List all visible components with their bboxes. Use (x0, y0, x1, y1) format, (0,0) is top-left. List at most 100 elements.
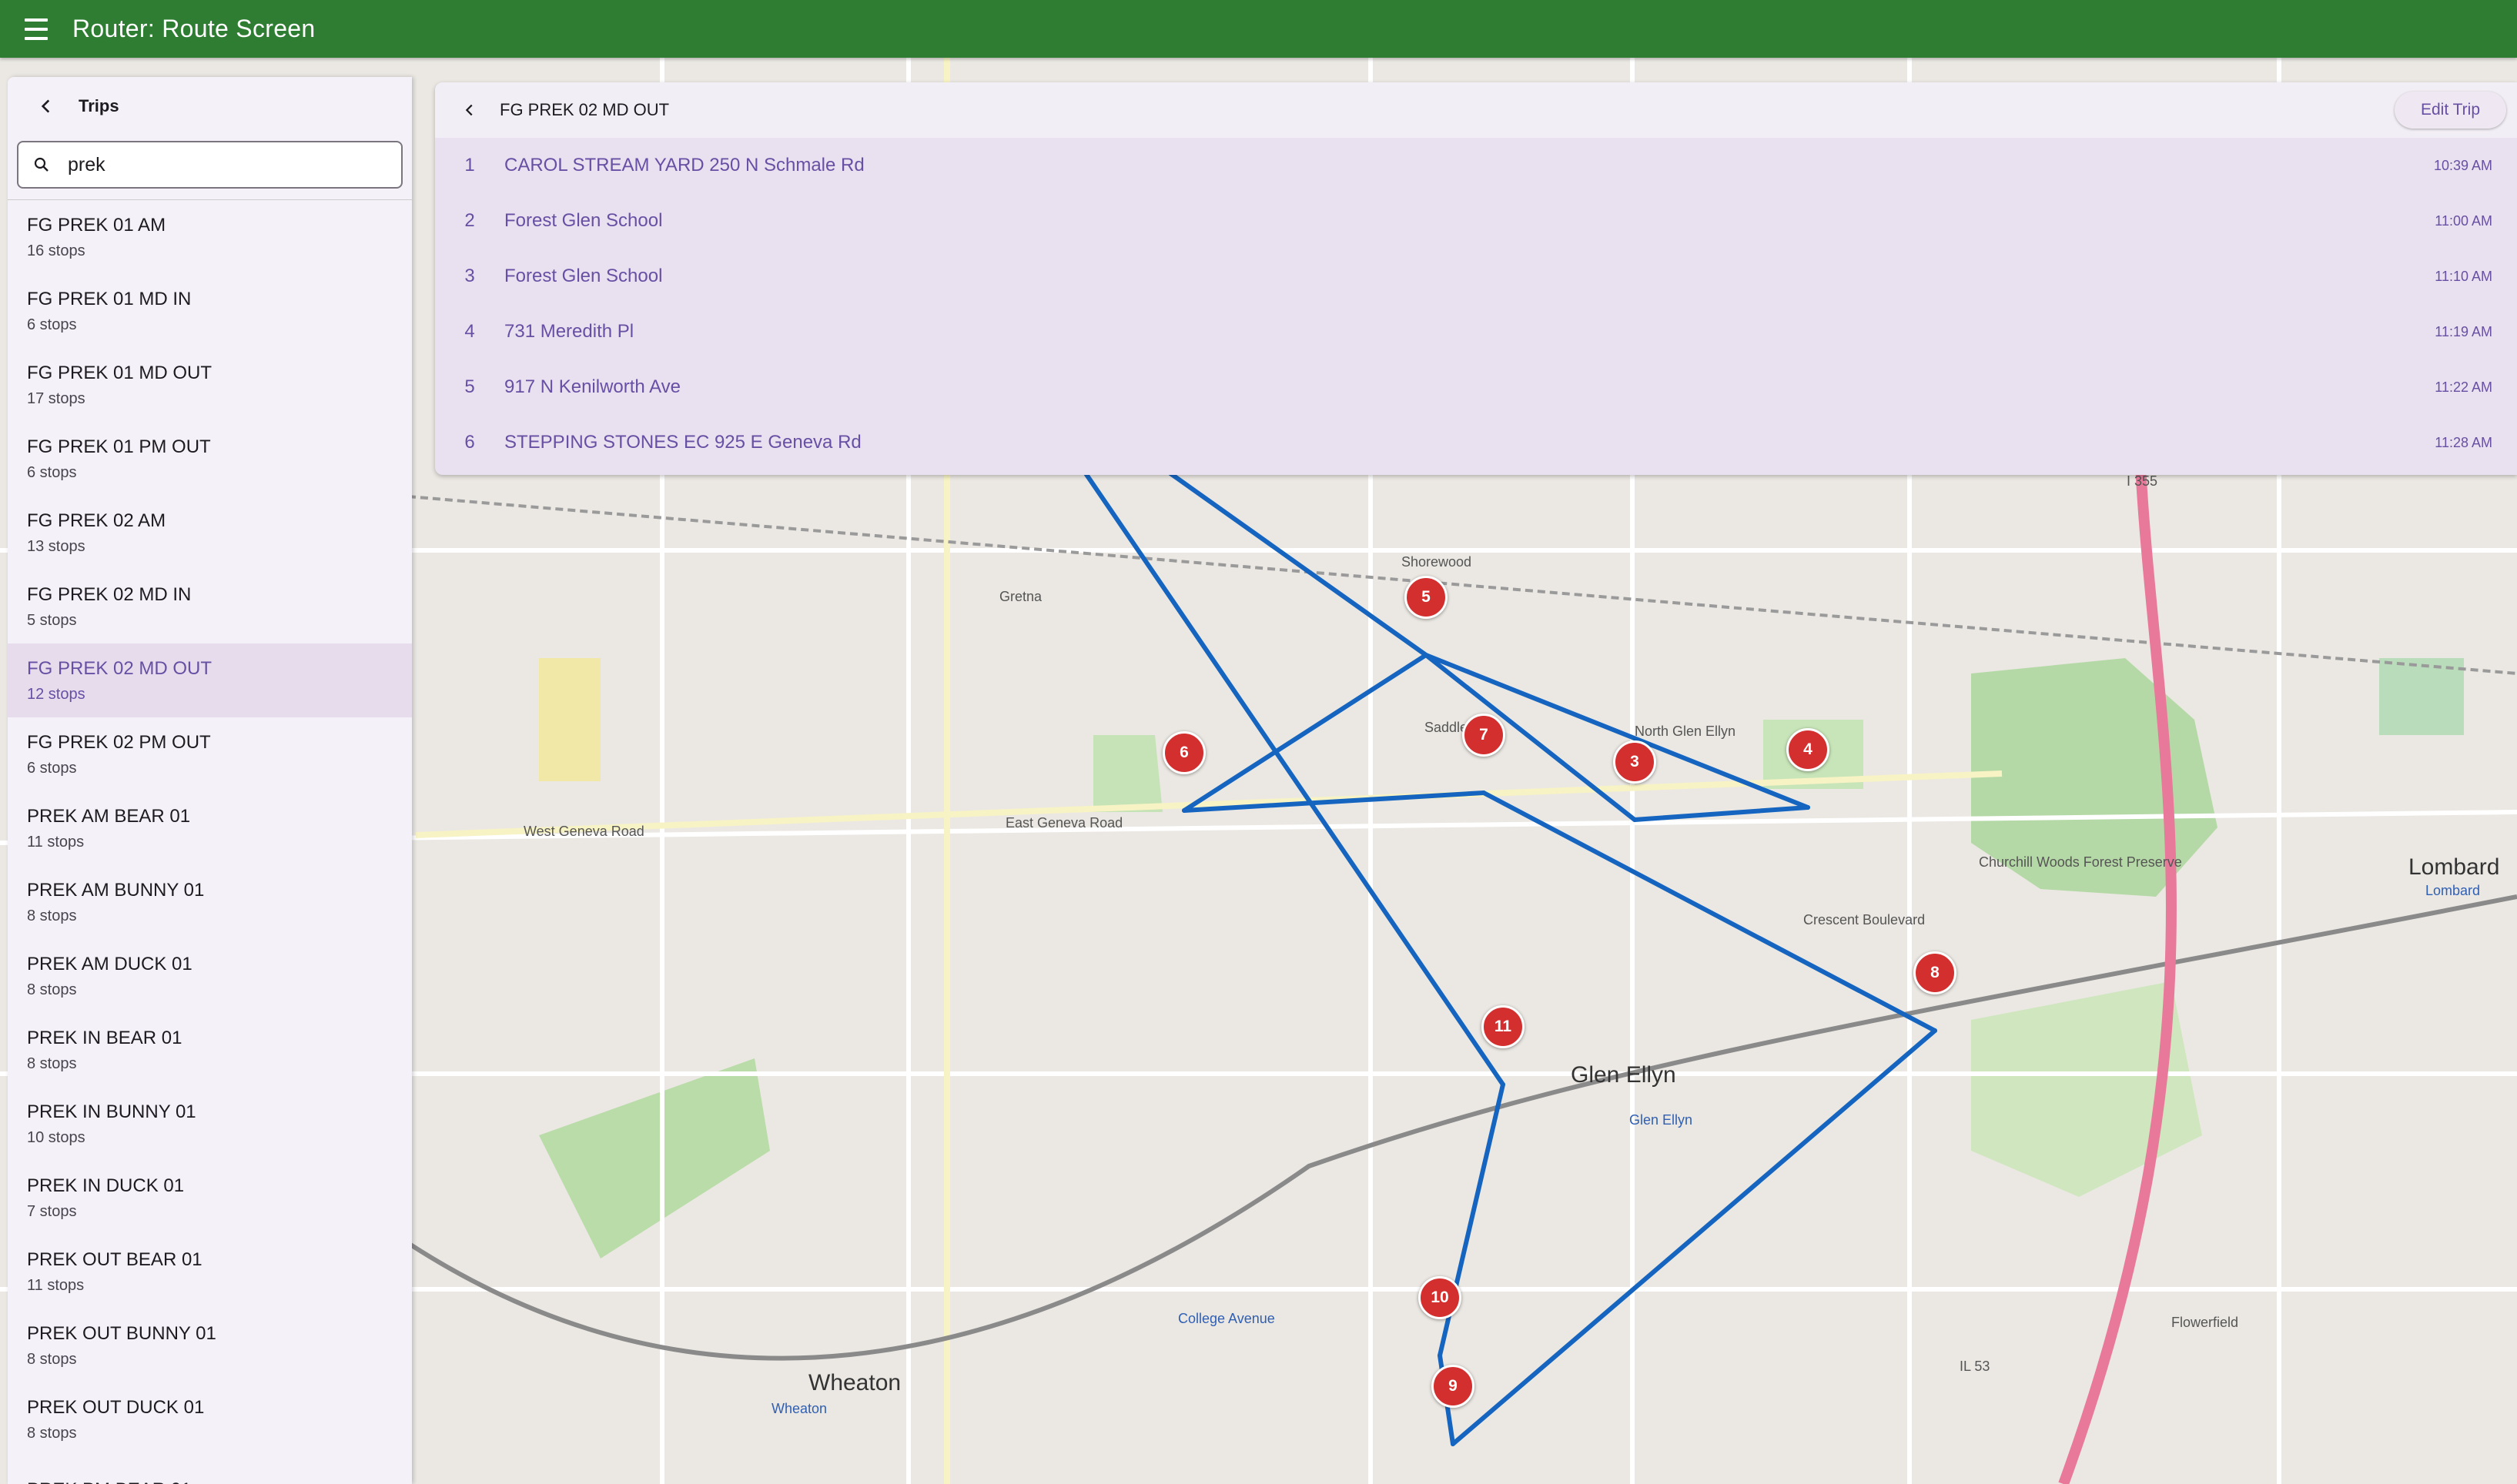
stop-list: 1 CAROL STREAM YARD 250 N Schmale Rd 10:39… (435, 138, 2517, 470)
back-button[interactable] (31, 91, 62, 122)
trip-stop-count: 6 stops (27, 316, 77, 333)
map-label-shorewood: Shorewood (1401, 554, 1472, 570)
search-input[interactable] (66, 152, 377, 177)
stop-number: 2 (464, 210, 475, 231)
trip-list-item[interactable]: PREK IN DUCK 01 7 stops (8, 1161, 412, 1235)
map-label-college-avenue: College Avenue (1178, 1311, 1275, 1326)
route-marker-10[interactable]: 10 (1418, 1276, 1461, 1319)
edit-trip-button[interactable]: Edit Trip (2394, 92, 2506, 129)
map-label-lombard-small: Lombard (2425, 883, 2481, 898)
trip-list-item[interactable]: FG PREK 01 PM OUT 6 stops (8, 422, 412, 496)
trip-stop-count: 16 stops (27, 242, 85, 259)
stop-number: 3 (464, 266, 475, 286)
route-marker-5[interactable]: 5 (1404, 576, 1448, 619)
route-marker-3[interactable]: 3 (1613, 740, 1656, 784)
trip-name: PREK PM BEAR 01 (27, 1479, 412, 1484)
trip-name: PREK IN DUCK 01 (27, 1175, 185, 1196)
route-marker-9[interactable]: 9 (1431, 1365, 1474, 1408)
trip-list-item[interactable]: FG PREK 02 MD IN 5 stops (8, 570, 412, 643)
stop-time: 10:39 AM (2433, 157, 2492, 173)
trip-stop-count: 7 stops (27, 1202, 77, 1220)
route-marker-7[interactable]: 7 (1462, 714, 1505, 757)
trip-name: PREK OUT BEAR 01 (27, 1248, 202, 1270)
stop-address: Forest Glen School (504, 266, 663, 286)
stop-number: 4 (464, 321, 475, 342)
trip-stop-count: 10 stops (27, 1128, 85, 1146)
chevron-left-icon (41, 99, 50, 113)
trip-stop-count: 6 stops (27, 759, 77, 777)
search-box[interactable] (17, 141, 403, 189)
trip-name: PREK IN BUNNY 01 (27, 1101, 196, 1122)
trip-name: FG PREK 01 AM (27, 214, 166, 236)
trip-list-item[interactable]: PREK AM DUCK 01 8 stops (8, 939, 412, 1013)
map-label-i355: I 355 (2127, 473, 2158, 489)
app-bar: Router: Route Screen (0, 0, 2517, 58)
sidebar-header: Trips (8, 77, 412, 135)
stop-time: 11:10 AM (2435, 268, 2492, 284)
stop-row[interactable]: 2 Forest Glen School 11:00 AM (435, 193, 2517, 249)
route-marker-8[interactable]: 8 (1913, 951, 1956, 994)
trip-name: PREK AM DUCK 01 (27, 953, 192, 974)
sidebar-title: Trips (79, 95, 119, 115)
map-label-glen-ellyn: Glen Ellyn (1571, 1062, 1676, 1088)
map-label-il53: IL 53 (1960, 1359, 1990, 1374)
route-marker-11[interactable]: 11 (1481, 1005, 1525, 1048)
map-label-flowerfield: Flowerfield (2171, 1315, 2239, 1330)
trip-name: FG PREK 01 MD IN (27, 288, 192, 309)
trip-name: FG PREK 02 MD IN (27, 583, 192, 605)
trip-list-item[interactable]: FG PREK 01 MD IN 6 stops (8, 274, 412, 348)
trip-name: FG PREK 02 MD OUT (27, 657, 213, 679)
stop-row[interactable]: 1 CAROL STREAM YARD 250 N Schmale Rd 10:39… (435, 138, 2517, 193)
stop-address: Forest Glen School (504, 210, 663, 231)
stop-time: 11:22 AM (2435, 379, 2492, 395)
map-label-wheaton: Wheaton (808, 1370, 902, 1395)
trip-list-item[interactable]: PREK AM BUNNY 01 8 stops (8, 865, 412, 939)
trip-stop-count: 8 stops (27, 1350, 77, 1368)
map-label-wheaton-small: Wheaton (772, 1401, 828, 1416)
close-trip-button[interactable] (458, 99, 481, 122)
stop-row[interactable]: 6 STEPPING STONES EC 925 E Geneva Rd 11:28… (435, 415, 2517, 470)
trip-list-item[interactable]: PREK PM BEAR 01 (8, 1456, 412, 1484)
map-label-north-glen-ellyn: North Glen Ellyn (1635, 724, 1736, 739)
trip-stop-count: 6 stops (27, 463, 77, 481)
trip-name: PREK AM BUNNY 01 (27, 879, 205, 901)
trip-name: FG PREK 02 PM OUT (27, 731, 211, 753)
map-label-glen-ellyn-small: Glen Ellyn (1629, 1112, 1693, 1128)
trip-list-item[interactable]: FG PREK 01 MD OUT 17 stops (8, 348, 412, 422)
trip-name: FG PREK 01 PM OUT (27, 436, 211, 457)
menu-icon[interactable] (0, 0, 72, 58)
trip-list-item[interactable]: FG PREK 02 AM 13 stops (8, 496, 412, 570)
trip-list-item[interactable]: FG PREK 02 MD OUT 12 stops (8, 643, 412, 717)
trip-name: PREK IN BEAR 01 (27, 1027, 182, 1048)
trip-list-item[interactable]: PREK OUT DUCK 01 8 stops (8, 1382, 412, 1456)
search-container (8, 135, 412, 200)
route-marker-4[interactable]: 4 (1786, 728, 1829, 771)
trip-list-item[interactable]: PREK IN BUNNY 01 10 stops (8, 1087, 412, 1161)
trip-detail-panel: FG PREK 02 MD OUT Edit Trip 1 CAROL STREA… (435, 82, 2517, 475)
trip-list-item[interactable]: PREK OUT BEAR 01 11 stops (8, 1235, 412, 1309)
trip-stop-count: 5 stops (27, 611, 77, 629)
map-label-gretna: Gretna (999, 589, 1043, 604)
stop-row[interactable]: 3 Forest Glen School 11:10 AM (435, 249, 2517, 304)
map-label-churchill: Churchill Woods Forest Preserve (1979, 854, 2182, 870)
stop-address: 917 N Kenilworth Ave (504, 376, 681, 397)
trip-list-item[interactable]: FG PREK 02 PM OUT 6 stops (8, 717, 412, 791)
trip-list-item[interactable]: PREK IN BEAR 01 8 stops (8, 1013, 412, 1087)
map-label-east-geneva-road: East Geneva Road (1006, 815, 1123, 831)
route-marker-6[interactable]: 6 (1163, 731, 1206, 774)
trip-list-item[interactable]: PREK OUT BUNNY 01 8 stops (8, 1309, 412, 1382)
stop-row[interactable]: 4 731 Meredith Pl 11:19 AM (435, 304, 2517, 359)
chevron-left-icon (465, 104, 473, 116)
trip-stop-count: 8 stops (27, 1424, 77, 1442)
app-title: Router: Route Screen (72, 15, 316, 42)
trip-title: FG PREK 02 MD OUT (500, 100, 670, 119)
trip-stop-count: 13 stops (27, 537, 85, 555)
trip-list-item[interactable]: FG PREK 01 AM 16 stops (8, 200, 412, 274)
stop-row[interactable]: 5 917 N Kenilworth Ave 11:22 AM (435, 359, 2517, 415)
stop-number: 1 (464, 155, 475, 175)
trip-name: PREK OUT BUNNY 01 (27, 1322, 216, 1344)
trip-stop-count: 8 stops (27, 1055, 77, 1072)
stop-time: 11:28 AM (2435, 434, 2492, 450)
map-label-lombard: Lombard (2408, 854, 2500, 880)
trip-list-item[interactable]: PREK AM BEAR 01 11 stops (8, 791, 412, 865)
